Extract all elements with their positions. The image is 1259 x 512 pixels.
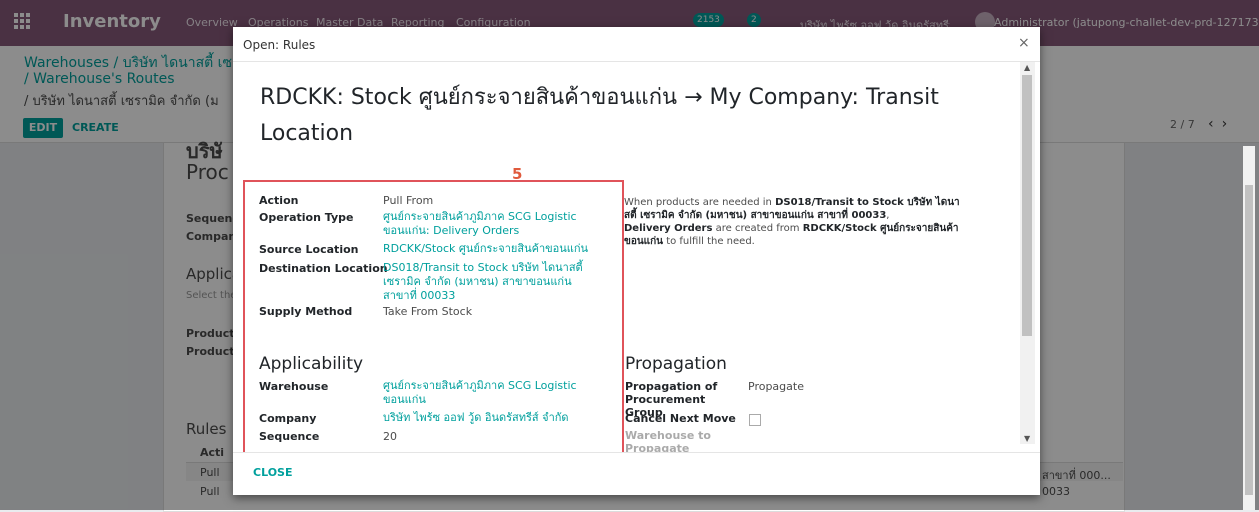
dialog-footer: CLOSE <box>233 452 1040 496</box>
close-button[interactable]: CLOSE <box>253 466 292 479</box>
warehouse-to-propagate-label: Warehouse to Propagate <box>625 429 711 452</box>
destination-location-link[interactable]: DS018/Transit to Stock บริษัท ไดนาสตี้ เ… <box>383 261 598 303</box>
scroll-down-icon[interactable]: ▼ <box>1024 434 1030 443</box>
dialog-body: RDCKK: Stock ศูนย์กระจายสินค้าขอนแก่น → … <box>233 62 1020 452</box>
rule-title: RDCKK: Stock ศูนย์กระจายสินค้าขอนแก่น → … <box>260 85 939 146</box>
operation-type-label: Operation Type <box>259 211 354 224</box>
sequence-value: 20 <box>383 430 397 443</box>
propagation-heading: Propagation <box>625 354 727 374</box>
action-value: Pull From <box>383 194 434 207</box>
source-location-label: Source Location <box>259 243 359 256</box>
company-field-label: Company <box>259 412 317 425</box>
dialog-title: Open: Rules <box>243 38 316 52</box>
applicability-heading: Applicability <box>259 354 364 374</box>
warehouse-link[interactable]: ศูนย์กระจายสินค้าภูมิภาค SCG Logistic ขอ… <box>383 379 583 407</box>
action-label: Action <box>259 194 299 207</box>
warehouse-label: Warehouse <box>259 380 329 393</box>
cancel-next-move-checkbox[interactable] <box>749 414 761 426</box>
rule-dialog: Open: Rules × RDCKK: Stock ศูนย์กระจายสิ… <box>233 27 1040 495</box>
propagation-group-value: Propagate <box>748 380 804 393</box>
close-icon[interactable]: × <box>1018 35 1030 51</box>
sequence-field-label: Sequence <box>259 430 320 443</box>
cancel-next-move-label: Cancel Next Move <box>625 412 736 425</box>
operation-type-link[interactable]: ศูนย์กระจายสินค้าภูมิภาค SCG Logistic ขอ… <box>383 210 583 238</box>
source-location-link[interactable]: RDCKK/Stock ศูนย์กระจายสินค้าขอนแก่น <box>383 242 588 256</box>
company-link[interactable]: บริษัท ไพร้ซ ออฟ วู้ด อินดรัสทรีส์ จำกัด <box>383 411 569 425</box>
supply-method-label: Supply Method <box>259 305 353 318</box>
destination-location-label: Destination Location <box>259 262 388 275</box>
rule-explanation: When products are needed in DS018/Transi… <box>624 197 960 247</box>
scroll-up-icon[interactable]: ▲ <box>1024 63 1030 72</box>
dialog-scrollbar-thumb[interactable] <box>1022 75 1032 336</box>
dialog-header: Open: Rules × <box>233 27 1040 62</box>
supply-method-value: Take From Stock <box>383 305 473 318</box>
